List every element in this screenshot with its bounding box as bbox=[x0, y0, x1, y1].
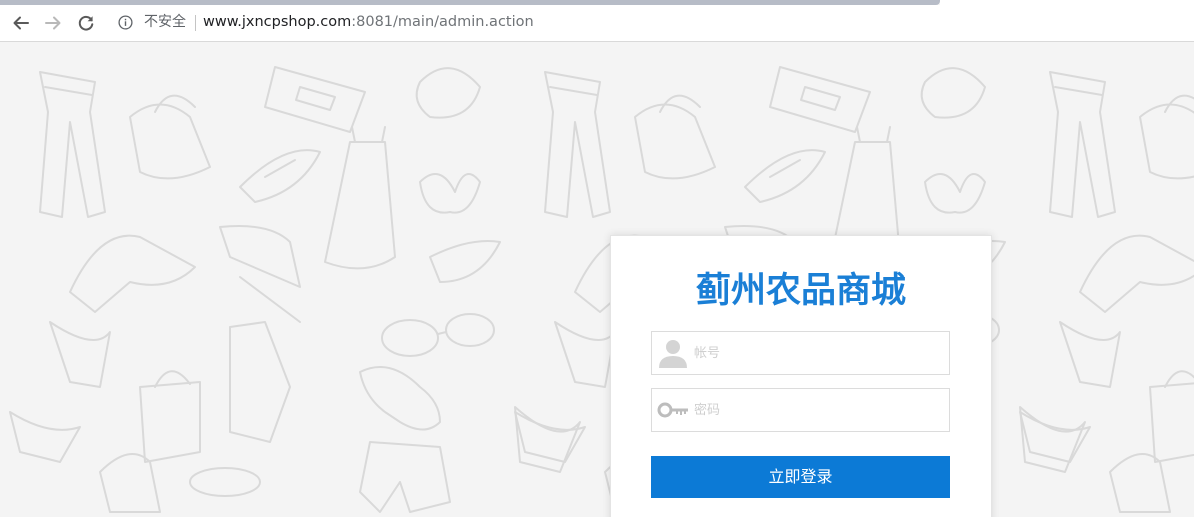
info-icon[interactable] bbox=[118, 15, 133, 30]
browser-toolbar: 不安全 www.jxncpshop.com:8081/main/admin.ac… bbox=[0, 5, 1194, 42]
reload-icon bbox=[78, 15, 94, 31]
address-divider bbox=[195, 15, 196, 31]
url-host: www.jxncpshop.com bbox=[203, 14, 352, 30]
username-field[interactable] bbox=[651, 331, 950, 375]
url-path: :8081/main/admin.action bbox=[351, 14, 534, 30]
login-panel: 蓟州农品商城 立即登录 bbox=[610, 235, 992, 517]
password-field[interactable] bbox=[651, 388, 950, 432]
clothing-doodle-background bbox=[9, 66, 1194, 513]
back-button[interactable] bbox=[9, 11, 33, 35]
reload-button[interactable] bbox=[74, 11, 98, 35]
security-status-label[interactable]: 不安全 bbox=[144, 14, 186, 31]
url-text[interactable]: www.jxncpshop.com:8081/main/admin.action bbox=[203, 14, 534, 31]
forward-button[interactable] bbox=[41, 11, 65, 35]
page-content: 蓟州农品商城 立即登录 bbox=[0, 42, 1194, 517]
username-input[interactable] bbox=[694, 332, 944, 374]
site-title: 蓟州农品商城 bbox=[695, 271, 906, 311]
user-icon bbox=[659, 340, 687, 368]
arrow-right-icon bbox=[45, 16, 61, 30]
login-button[interactable]: 立即登录 bbox=[651, 456, 950, 498]
address-bar[interactable]: 不安全 www.jxncpshop.com:8081/main/admin.ac… bbox=[108, 8, 1194, 37]
key-icon bbox=[657, 402, 688, 418]
arrow-left-icon bbox=[13, 16, 29, 30]
password-input[interactable] bbox=[694, 389, 944, 431]
